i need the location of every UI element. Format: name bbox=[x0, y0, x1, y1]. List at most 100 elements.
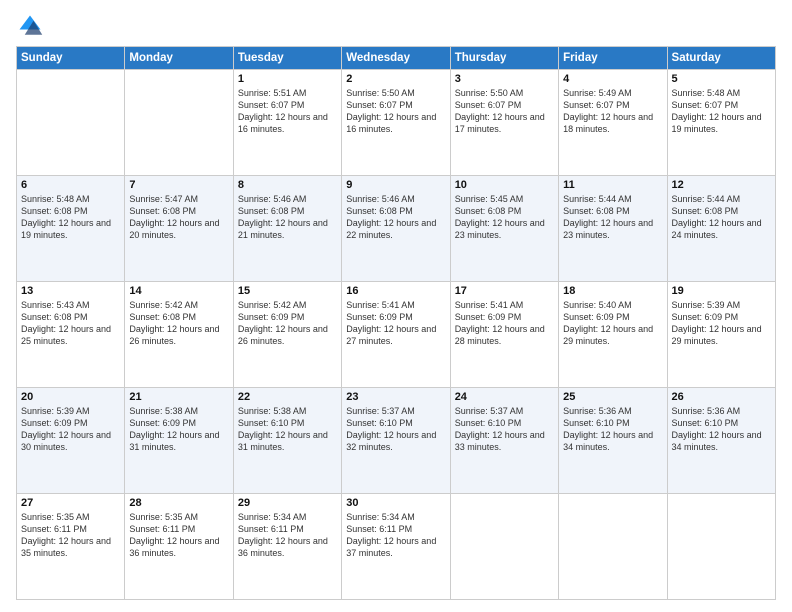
calendar-cell: 30Sunrise: 5:34 AM Sunset: 6:11 PM Dayli… bbox=[342, 494, 450, 600]
day-number: 29 bbox=[238, 497, 337, 509]
calendar-cell: 29 Sunrise: 5:34 AM Sunset: 6:11 PM Dayli… bbox=[233, 494, 341, 600]
day-info: Sunrise: 5:40 AM Sunset: 6:09 PM Dayligh… bbox=[563, 299, 662, 348]
day-number: 10 bbox=[455, 179, 554, 191]
day-number: 17 bbox=[455, 285, 554, 297]
day-info: Sunrise: 5:42 AM Sunset: 6:08 PM Dayligh… bbox=[129, 299, 228, 348]
day-info: Sunrise: 5:44 AM Sunset: 6:08 PM Dayligh… bbox=[672, 193, 771, 242]
day-number: 6 bbox=[21, 179, 120, 191]
day-info: Sunrise: 5:46 AM Sunset: 6:08 PM Dayligh… bbox=[238, 193, 337, 242]
calendar-cell: 1 Sunrise: 5:51 AM Sunset: 6:07 PM Daylig… bbox=[233, 70, 341, 176]
day-info: Sunrise: 5:48 AM Sunset: 6:07 PM Dayligh… bbox=[672, 87, 771, 136]
calendar-week-3: 13Sunrise: 5:43 AM Sunset: 6:08 PM Dayli… bbox=[17, 282, 776, 388]
day-number: 7 bbox=[129, 179, 228, 191]
calendar: SundayMondayTuesdayWednesdayThursdayFrid… bbox=[16, 46, 776, 600]
calendar-cell: 8Sunrise: 5:46 AM Sunset: 6:08 PM Daylig… bbox=[233, 176, 341, 282]
day-number: 9 bbox=[346, 179, 445, 191]
calendar-cell: 21 Sunrise: 5:38 AM Sunset: 6:09 PM Dayli… bbox=[125, 388, 233, 494]
calendar-cell bbox=[450, 494, 558, 600]
logo-icon bbox=[16, 12, 44, 40]
day-number: 18 bbox=[563, 285, 662, 297]
calendar-header-row: SundayMondayTuesdayWednesdayThursdayFrid… bbox=[17, 47, 776, 70]
day-number: 23 bbox=[346, 391, 445, 403]
calendar-cell bbox=[559, 494, 667, 600]
day-number: 19 bbox=[672, 285, 771, 297]
calendar-cell: 15 Sunrise: 5:42 AM Sunset: 6:09 PM Dayli… bbox=[233, 282, 341, 388]
day-number: 12 bbox=[672, 179, 771, 191]
day-info: Sunrise: 5:37 AM Sunset: 6:10 PM Dayligh… bbox=[346, 405, 445, 454]
day-number: 1 bbox=[238, 73, 337, 85]
page: SundayMondayTuesdayWednesdayThursdayFrid… bbox=[0, 0, 792, 612]
day-number: 22 bbox=[238, 391, 337, 403]
calendar-cell: 7 Sunrise: 5:47 AM Sunset: 6:08 PM Daylig… bbox=[125, 176, 233, 282]
calendar-cell: 9 Sunrise: 5:46 AM Sunset: 6:08 PM Daylig… bbox=[342, 176, 450, 282]
day-info: Sunrise: 5:38 AM Sunset: 6:10 PM Dayligh… bbox=[238, 405, 337, 454]
calendar-cell: 3 Sunrise: 5:50 AM Sunset: 6:07 PM Daylig… bbox=[450, 70, 558, 176]
calendar-cell: 25 Sunrise: 5:36 AM Sunset: 6:10 PM Dayli… bbox=[559, 388, 667, 494]
day-info: Sunrise: 5:51 AM Sunset: 6:07 PM Dayligh… bbox=[238, 87, 337, 136]
calendar-cell: 11 Sunrise: 5:44 AM Sunset: 6:08 PM Dayli… bbox=[559, 176, 667, 282]
day-info: Sunrise: 5:39 AM Sunset: 6:09 PM Dayligh… bbox=[672, 299, 771, 348]
day-number: 21 bbox=[129, 391, 228, 403]
day-number: 16 bbox=[346, 285, 445, 297]
day-number: 2 bbox=[346, 73, 445, 85]
day-info: Sunrise: 5:37 AM Sunset: 6:10 PM Dayligh… bbox=[455, 405, 554, 454]
day-info: Sunrise: 5:48 AM Sunset: 6:08 PM Dayligh… bbox=[21, 193, 120, 242]
calendar-cell: 13Sunrise: 5:43 AM Sunset: 6:08 PM Dayli… bbox=[17, 282, 125, 388]
calendar-week-5: 27 Sunrise: 5:35 AM Sunset: 6:11 PM Dayli… bbox=[17, 494, 776, 600]
day-number: 13 bbox=[21, 285, 120, 297]
calendar-cell: 12 Sunrise: 5:44 AM Sunset: 6:08 PM Dayli… bbox=[667, 176, 775, 282]
calendar-week-2: 6 Sunrise: 5:48 AM Sunset: 6:08 PM Daylig… bbox=[17, 176, 776, 282]
day-info: Sunrise: 5:39 AM Sunset: 6:09 PM Dayligh… bbox=[21, 405, 120, 454]
calendar-cell: 24 Sunrise: 5:37 AM Sunset: 6:10 PM Dayli… bbox=[450, 388, 558, 494]
day-info: Sunrise: 5:34 AM Sunset: 6:11 PM Dayligh… bbox=[346, 511, 445, 560]
day-header-friday: Friday bbox=[559, 47, 667, 70]
calendar-cell: 23 Sunrise: 5:37 AM Sunset: 6:10 PM Dayli… bbox=[342, 388, 450, 494]
day-info: Sunrise: 5:36 AM Sunset: 6:10 PM Dayligh… bbox=[563, 405, 662, 454]
day-number: 26 bbox=[672, 391, 771, 403]
day-info: Sunrise: 5:50 AM Sunset: 6:07 PM Dayligh… bbox=[455, 87, 554, 136]
day-number: 25 bbox=[563, 391, 662, 403]
calendar-cell: 17 Sunrise: 5:41 AM Sunset: 6:09 PM Dayli… bbox=[450, 282, 558, 388]
day-number: 11 bbox=[563, 179, 662, 191]
day-header-thursday: Thursday bbox=[450, 47, 558, 70]
header bbox=[16, 12, 776, 40]
day-info: Sunrise: 5:45 AM Sunset: 6:08 PM Dayligh… bbox=[455, 193, 554, 242]
calendar-cell: 28 Sunrise: 5:35 AM Sunset: 6:11 PM Dayli… bbox=[125, 494, 233, 600]
calendar-cell: 4 Sunrise: 5:49 AM Sunset: 6:07 PM Daylig… bbox=[559, 70, 667, 176]
day-number: 3 bbox=[455, 73, 554, 85]
day-info: Sunrise: 5:47 AM Sunset: 6:08 PM Dayligh… bbox=[129, 193, 228, 242]
calendar-cell: 14Sunrise: 5:42 AM Sunset: 6:08 PM Dayli… bbox=[125, 282, 233, 388]
day-number: 20 bbox=[21, 391, 120, 403]
calendar-cell: 6 Sunrise: 5:48 AM Sunset: 6:08 PM Daylig… bbox=[17, 176, 125, 282]
day-number: 15 bbox=[238, 285, 337, 297]
day-info: Sunrise: 5:49 AM Sunset: 6:07 PM Dayligh… bbox=[563, 87, 662, 136]
calendar-cell: 22 Sunrise: 5:38 AM Sunset: 6:10 PM Dayli… bbox=[233, 388, 341, 494]
day-info: Sunrise: 5:35 AM Sunset: 6:11 PM Dayligh… bbox=[129, 511, 228, 560]
day-info: Sunrise: 5:50 AM Sunset: 6:07 PM Dayligh… bbox=[346, 87, 445, 136]
day-number: 4 bbox=[563, 73, 662, 85]
day-info: Sunrise: 5:35 AM Sunset: 6:11 PM Dayligh… bbox=[21, 511, 120, 560]
day-header-saturday: Saturday bbox=[667, 47, 775, 70]
calendar-cell: 2 Sunrise: 5:50 AM Sunset: 6:07 PM Daylig… bbox=[342, 70, 450, 176]
day-number: 27 bbox=[21, 497, 120, 509]
day-info: Sunrise: 5:46 AM Sunset: 6:08 PM Dayligh… bbox=[346, 193, 445, 242]
calendar-cell: 27 Sunrise: 5:35 AM Sunset: 6:11 PM Dayli… bbox=[17, 494, 125, 600]
day-info: Sunrise: 5:41 AM Sunset: 6:09 PM Dayligh… bbox=[346, 299, 445, 348]
day-info: Sunrise: 5:34 AM Sunset: 6:11 PM Dayligh… bbox=[238, 511, 337, 560]
day-header-tuesday: Tuesday bbox=[233, 47, 341, 70]
calendar-cell bbox=[667, 494, 775, 600]
day-header-sunday: Sunday bbox=[17, 47, 125, 70]
day-info: Sunrise: 5:44 AM Sunset: 6:08 PM Dayligh… bbox=[563, 193, 662, 242]
calendar-cell: 20 Sunrise: 5:39 AM Sunset: 6:09 PM Dayli… bbox=[17, 388, 125, 494]
day-info: Sunrise: 5:41 AM Sunset: 6:09 PM Dayligh… bbox=[455, 299, 554, 348]
day-number: 24 bbox=[455, 391, 554, 403]
calendar-week-4: 20 Sunrise: 5:39 AM Sunset: 6:09 PM Dayli… bbox=[17, 388, 776, 494]
calendar-week-1: 1 Sunrise: 5:51 AM Sunset: 6:07 PM Daylig… bbox=[17, 70, 776, 176]
logo bbox=[16, 12, 48, 40]
day-info: Sunrise: 5:42 AM Sunset: 6:09 PM Dayligh… bbox=[238, 299, 337, 348]
day-header-monday: Monday bbox=[125, 47, 233, 70]
day-number: 5 bbox=[672, 73, 771, 85]
day-info: Sunrise: 5:38 AM Sunset: 6:09 PM Dayligh… bbox=[129, 405, 228, 454]
calendar-cell: 18 Sunrise: 5:40 AM Sunset: 6:09 PM Dayli… bbox=[559, 282, 667, 388]
day-number: 28 bbox=[129, 497, 228, 509]
